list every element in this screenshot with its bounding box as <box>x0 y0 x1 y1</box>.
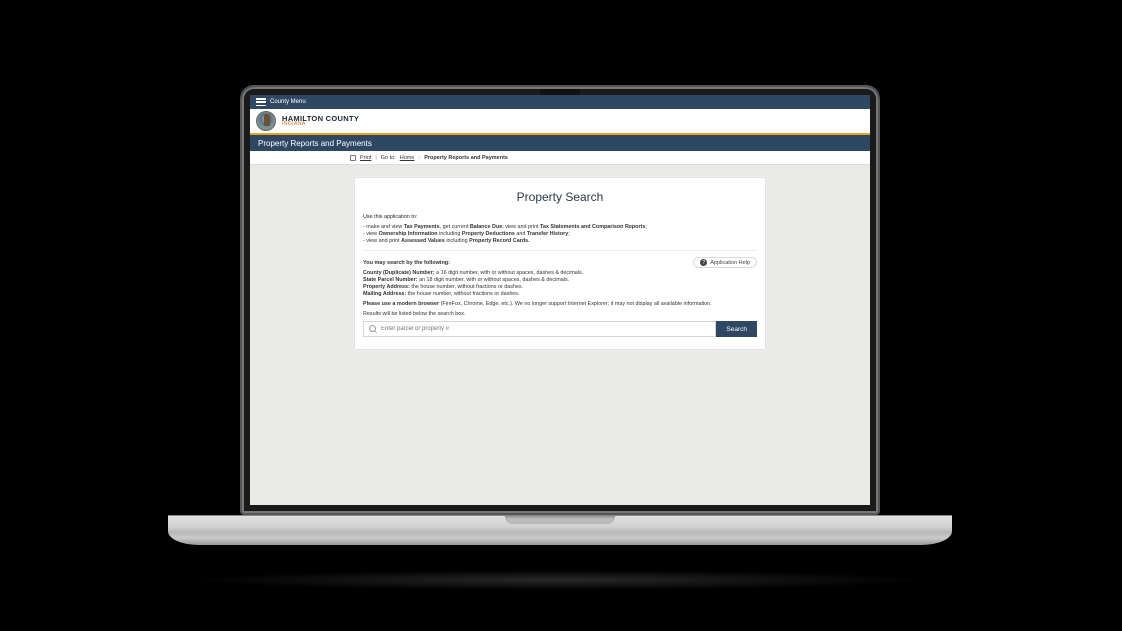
use-list: - make and view Tax Payments, get curren… <box>363 224 757 244</box>
instructions: County (Duplicate) Number: a 16 digit nu… <box>363 270 757 297</box>
search-input[interactable] <box>381 326 710 332</box>
laptop-shadow <box>188 570 928 590</box>
logo-row: HAMILTON COUNTY INDIANA <box>250 109 870 135</box>
use-item: - make and view Tax Payments, get curren… <box>363 224 757 230</box>
breadcrumb-prefix: Go to: <box>381 155 396 161</box>
property-search-card: Property Search Use this application to:… <box>354 177 766 350</box>
laptop-base-notch <box>505 516 615 524</box>
laptop-screen-bezel: County Menu HAMILTON COUNTY INDIANA Prop… <box>240 85 880 515</box>
logo-line2: INDIANA <box>282 122 359 127</box>
section-bar: Property Reports and Payments <box>250 135 870 151</box>
divider <box>363 250 757 251</box>
help-icon: ? <box>700 259 707 266</box>
instruction-item: County (Duplicate) Number: a 16 digit nu… <box>363 270 757 276</box>
section-title: Property Reports and Payments <box>258 139 372 148</box>
page: County Menu HAMILTON COUNTY INDIANA Prop… <box>250 95 870 505</box>
breadcrumb-home[interactable]: Home <box>400 155 415 161</box>
instructions-lead: You may search by the following: <box>363 260 693 266</box>
chevron-right-icon: › <box>418 155 420 161</box>
search-button[interactable]: Search <box>716 321 757 337</box>
card-title: Property Search <box>363 190 757 204</box>
help-label: Application Help <box>710 260 750 266</box>
search-icon <box>369 325 377 333</box>
content-area: Property Search Use this application to:… <box>250 165 870 350</box>
use-item: - view Ownership Information including P… <box>363 231 757 237</box>
instruction-item: Mailing Address: the house number, witho… <box>363 291 757 297</box>
search-row: Search <box>363 321 757 337</box>
instruction-item: Property Address: the house number, with… <box>363 284 757 290</box>
intro-text: Use this application to: <box>363 214 757 220</box>
breadcrumb-current: Property Reports and Payments <box>424 155 508 161</box>
laptop-mock: County Menu HAMILTON COUNTY INDIANA Prop… <box>240 85 880 545</box>
instructions-header: You may search by the following: ? Appli… <box>363 257 757 268</box>
results-note: Results will be listed below the search … <box>363 311 757 317</box>
laptop-base <box>168 515 952 545</box>
breadcrumb-sep: | <box>375 155 376 161</box>
topbar: County Menu <box>250 95 870 109</box>
county-seal-icon <box>256 111 276 131</box>
instruction-item: State Parcel Number: an 18 digit number,… <box>363 277 757 283</box>
print-icon[interactable] <box>350 155 356 161</box>
breadcrumb: Print | Go to: Home › Property Reports a… <box>250 151 870 165</box>
application-help-button[interactable]: ? Application Help <box>693 257 757 268</box>
screen: County Menu HAMILTON COUNTY INDIANA Prop… <box>250 95 870 505</box>
use-item: - view and print Assessed Values includi… <box>363 238 757 244</box>
logo-text: HAMILTON COUNTY INDIANA <box>282 115 359 128</box>
print-link[interactable]: Print <box>360 155 371 161</box>
hamburger-icon[interactable] <box>256 98 266 106</box>
browser-note: Please use a modern browser (FireFox, Ch… <box>363 301 757 307</box>
topbar-menu-label[interactable]: County Menu <box>270 99 306 105</box>
search-box <box>363 321 716 337</box>
